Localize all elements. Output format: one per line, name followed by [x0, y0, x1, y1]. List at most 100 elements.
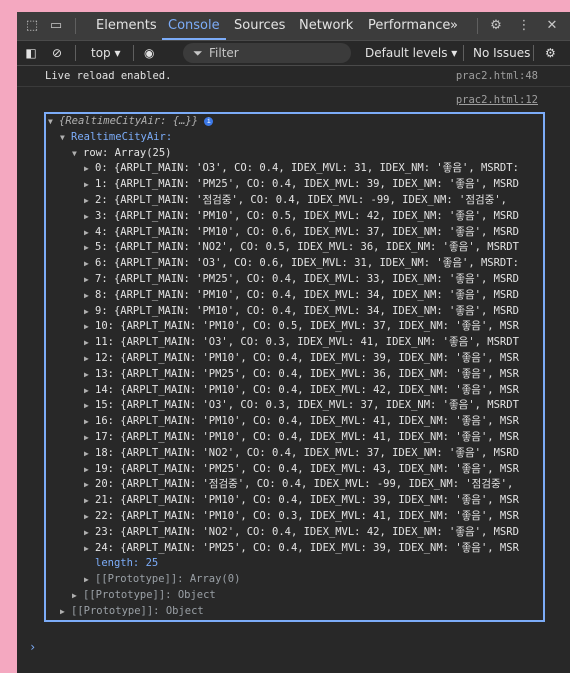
row-text: 23: {ARPLT_MAIN: 'NO2', CO: 0.4, IDEX_MV… [95, 525, 519, 538]
length-property: length: 25 [95, 556, 158, 572]
inner-prototype[interactable]: ▶ [[Prototype]]: Object [72, 588, 216, 604]
tab-sources[interactable]: Sources [234, 12, 285, 40]
tree-root[interactable]: ▼ {RealtimeCityAir: {…}} i [48, 114, 214, 130]
array-row[interactable]: ▶ 7: {ARPLT_MAIN: 'PM25', CO: 0.4, IDEX_M… [84, 272, 519, 288]
tab-elements[interactable]: Elements [96, 12, 157, 40]
tab-network[interactable]: Network [299, 12, 353, 40]
array-row[interactable]: ▶ 10: {ARPLT_MAIN: 'PM10', CO: 0.5, IDEX_… [84, 319, 519, 335]
tab-performance[interactable]: Performance [368, 12, 450, 40]
expand-triangle-icon[interactable]: ▼ [72, 146, 83, 162]
row-text: 20: {ARPLT_MAIN: '점검중', CO: 0.4, IDEX_MV… [95, 478, 514, 491]
array-row[interactable]: ▶ 15: {ARPLT_MAIN: 'O3', CO: 0.3, IDEX_MV… [84, 398, 519, 414]
collapse-triangle-icon[interactable]: ▶ [84, 525, 95, 541]
array-row[interactable]: ▶ 12: {ARPLT_MAIN: 'PM10', CO: 0.4, IDEX_… [84, 351, 519, 367]
collapse-triangle-icon[interactable]: ▶ [84, 493, 95, 509]
message-text: Live reload enabled. [45, 70, 172, 82]
collapse-triangle-icon[interactable]: ▶ [84, 161, 95, 177]
array-row[interactable]: ▶ 21: {ARPLT_MAIN: 'PM10', CO: 0.4, IDEX_… [84, 493, 519, 509]
settings-gear-icon[interactable]: ⚙ [487, 17, 505, 35]
row-text: 1: {ARPLT_MAIN: 'PM25', CO: 0.4, IDEX_MV… [95, 178, 519, 191]
collapse-triangle-icon[interactable]: ▶ [84, 572, 95, 588]
row-text: 14: {ARPLT_MAIN: 'PM10', CO: 0.4, IDEX_M… [95, 383, 519, 396]
collapse-triangle-icon[interactable]: ▶ [84, 319, 95, 335]
collapse-triangle-icon[interactable]: ▶ [84, 462, 95, 478]
collapse-triangle-icon[interactable]: ▶ [84, 304, 95, 320]
array-row[interactable]: ▶ 9: {ARPLT_MAIN: 'PM10', CO: 0.4, IDEX_M… [84, 304, 519, 320]
array-row[interactable]: ▶ 2: {ARPLT_MAIN: '점검중', CO: 0.4, IDEX_MV… [84, 193, 507, 209]
console-output: Live reload enabled. prac2.html:48 prac2… [17, 66, 570, 673]
collapse-triangle-icon[interactable]: ▶ [84, 209, 95, 225]
array-row[interactable]: ▶ 13: {ARPLT_MAIN: 'PM25', CO: 0.4, IDEX_… [84, 367, 519, 383]
collapse-triangle-icon[interactable]: ▶ [84, 383, 95, 399]
sidebar-toggle-icon[interactable]: ◧ [23, 44, 39, 62]
array-row[interactable]: ▶ 23: {ARPLT_MAIN: 'NO2', CO: 0.4, IDEX_M… [84, 525, 519, 541]
array-row[interactable]: ▶ 3: {ARPLT_MAIN: 'PM10', CO: 0.5, IDEX_M… [84, 209, 519, 225]
tree-node-realtimecityair[interactable]: ▼ RealtimeCityAir: [60, 130, 172, 146]
array-row[interactable]: ▶ 22: {ARPLT_MAIN: 'PM10', CO: 0.3, IDEX_… [84, 509, 519, 525]
array-row[interactable]: ▶ 16: {ARPLT_MAIN: 'PM10', CO: 0.4, IDEX_… [84, 414, 519, 430]
device-toolbar-icon[interactable]: ▭ [47, 17, 65, 35]
outer-prototype[interactable]: ▶ [[Prototype]]: Object [60, 604, 204, 620]
collapse-triangle-icon[interactable]: ▶ [84, 509, 95, 525]
row-text: 22: {ARPLT_MAIN: 'PM10', CO: 0.3, IDEX_M… [95, 510, 519, 522]
console-settings-gear-icon[interactable]: ⚙ [545, 44, 556, 62]
outer-proto-label: [[Prototype]]: Object [71, 605, 204, 617]
issues-button[interactable]: No Issues [473, 44, 530, 62]
collapse-triangle-icon[interactable]: ▶ [84, 351, 95, 367]
array-row[interactable]: ▶ 14: {ARPLT_MAIN: 'PM10', CO: 0.4, IDEX_… [84, 383, 519, 399]
array-row[interactable]: ▶ 17: {ARPLT_MAIN: 'PM10', CO: 0.4, IDEX_… [84, 430, 519, 446]
collapse-triangle-icon[interactable]: ▶ [72, 588, 83, 604]
array-row[interactable]: ▶ 24: {ARPLT_MAIN: 'PM25', CO: 0.4, IDEX_… [84, 541, 519, 557]
message-source-link[interactable]: prac2.html:12 [456, 94, 538, 106]
console-toolbar: ◧ ⊘ top ▾ ◉ ⏷ Filter Default levels ▾ No… [17, 41, 570, 66]
expand-triangle-icon[interactable]: ▼ [60, 130, 71, 146]
row-text: 6: {ARPLT_MAIN: 'O3', CO: 0.6, IDEX_MVL:… [95, 257, 519, 270]
collapse-triangle-icon[interactable]: ▶ [84, 477, 95, 493]
row-text: 7: {ARPLT_MAIN: 'PM25', CO: 0.4, IDEX_MV… [95, 273, 519, 285]
collapse-triangle-icon[interactable]: ▶ [84, 398, 95, 414]
array-row[interactable]: ▶ 20: {ARPLT_MAIN: '점검중', CO: 0.4, IDEX_M… [84, 477, 513, 493]
collapse-triangle-icon[interactable]: ▶ [84, 256, 95, 272]
array-row[interactable]: ▶ 4: {ARPLT_MAIN: 'PM10', CO: 0.6, IDEX_M… [84, 225, 519, 241]
array-row[interactable]: ▶ 6: {ARPLT_MAIN: 'O3', CO: 0.6, IDEX_MVL… [84, 256, 519, 272]
collapse-triangle-icon[interactable]: ▶ [84, 193, 95, 209]
close-icon[interactable]: ✕ [543, 17, 561, 35]
array-row[interactable]: ▶ 18: {ARPLT_MAIN: 'NO2', CO: 0.4, IDEX_M… [84, 446, 519, 462]
collapse-triangle-icon[interactable]: ▶ [84, 272, 95, 288]
message-source[interactable]: prac2.html:48 [456, 70, 538, 82]
filter-funnel-icon: ⏷ [193, 46, 203, 60]
collapse-triangle-icon[interactable]: ▶ [84, 288, 95, 304]
row-text: 17: {ARPLT_MAIN: 'PM10', CO: 0.4, IDEX_M… [95, 431, 519, 443]
log-levels-dropdown[interactable]: Default levels ▾ [365, 44, 457, 62]
console-prompt[interactable]: › [29, 640, 36, 654]
more-tabs-icon[interactable]: » [450, 12, 458, 40]
array-row[interactable]: ▶ 5: {ARPLT_MAIN: 'NO2', CO: 0.5, IDEX_MV… [84, 240, 519, 256]
object-summary: {RealtimeCityAir: {…}} [59, 115, 199, 127]
inspect-element-icon[interactable]: ⬚ [23, 17, 41, 35]
array-row[interactable]: ▶ 11: {ARPLT_MAIN: 'O3', CO: 0.3, IDEX_MV… [84, 335, 519, 351]
more-options-icon[interactable]: ⋮ [515, 17, 533, 35]
clear-console-icon[interactable]: ⊘ [49, 44, 65, 62]
collapse-triangle-icon[interactable]: ▶ [84, 414, 95, 430]
collapse-triangle-icon[interactable]: ▶ [84, 225, 95, 241]
tab-console[interactable]: Console [162, 12, 226, 40]
collapse-triangle-icon[interactable]: ▶ [60, 604, 71, 620]
collapse-triangle-icon[interactable]: ▶ [84, 240, 95, 256]
collapse-triangle-icon[interactable]: ▶ [84, 177, 95, 193]
collapse-triangle-icon[interactable]: ▶ [84, 367, 95, 383]
array-row[interactable]: ▶ 1: {ARPLT_MAIN: 'PM25', CO: 0.4, IDEX_M… [84, 177, 519, 193]
tree-node-row[interactable]: ▼ row: Array(25) [72, 146, 172, 162]
collapse-triangle-icon[interactable]: ▶ [84, 430, 95, 446]
array-row[interactable]: ▶ 0: {ARPLT_MAIN: 'O3', CO: 0.4, IDEX_MVL… [84, 161, 519, 177]
collapse-triangle-icon[interactable]: ▶ [84, 446, 95, 462]
array-prototype[interactable]: ▶ [[Prototype]]: Array(0) [84, 572, 240, 588]
filter-input[interactable]: ⏷ Filter [183, 43, 351, 63]
array-row[interactable]: ▶ 19: {ARPLT_MAIN: 'PM25', CO: 0.4, IDEX_… [84, 462, 519, 478]
context-selector[interactable]: top ▾ [91, 44, 121, 62]
expand-triangle-icon[interactable]: ▼ [48, 114, 59, 130]
collapse-triangle-icon[interactable]: ▶ [84, 541, 95, 557]
row-text: 24: {ARPLT_MAIN: 'PM25', CO: 0.4, IDEX_M… [95, 541, 519, 554]
array-row[interactable]: ▶ 8: {ARPLT_MAIN: 'PM10', CO: 0.4, IDEX_M… [84, 288, 519, 304]
live-expression-eye-icon[interactable]: ◉ [144, 44, 154, 62]
collapse-triangle-icon[interactable]: ▶ [84, 335, 95, 351]
